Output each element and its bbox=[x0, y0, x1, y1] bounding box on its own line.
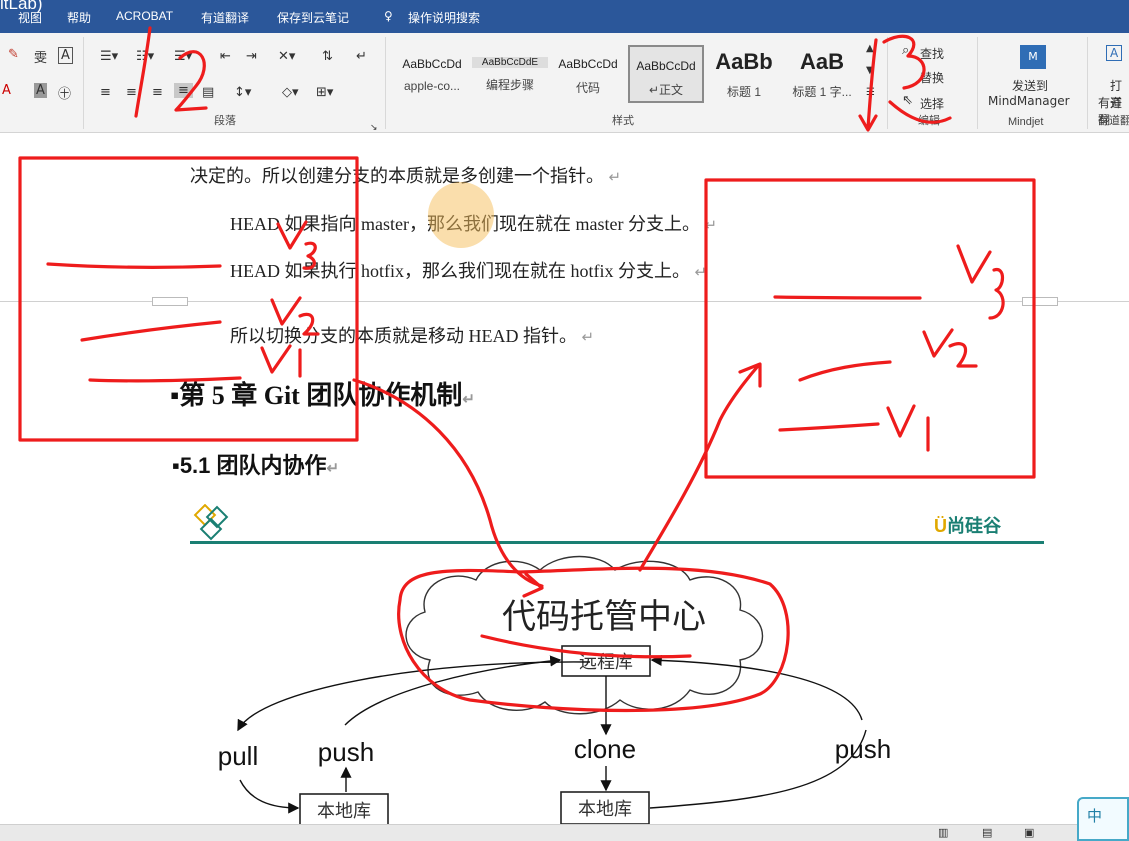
push-left-label: push bbox=[318, 737, 374, 767]
print-layout-icon[interactable]: ▤ bbox=[982, 826, 992, 839]
ellipse-bottom-right bbox=[649, 729, 867, 809]
local-repo-right-label: 本地库 bbox=[578, 799, 632, 819]
web-layout-icon[interactable]: ▣ bbox=[1024, 826, 1034, 839]
clone-label: clone bbox=[574, 734, 636, 764]
collaboration-diagram: 代码托管中心 远程库 pull push clone push 本地库 本地库 bbox=[218, 555, 891, 827]
local-repo-left-label: 本地库 bbox=[317, 801, 371, 821]
push-right-label: push bbox=[835, 734, 891, 764]
ime-indicator[interactable]: 中 bbox=[1077, 797, 1129, 841]
cloud-title: 代码托管中心 bbox=[502, 598, 706, 636]
read-mode-icon[interactable]: ▥ bbox=[938, 826, 948, 839]
pull-label: pull bbox=[218, 741, 258, 771]
ellipse-bottom-left bbox=[239, 779, 300, 814]
ime-chinese-label: 中 bbox=[1087, 808, 1103, 825]
status-bar: ▥ ▤ ▣ bbox=[0, 824, 1129, 841]
